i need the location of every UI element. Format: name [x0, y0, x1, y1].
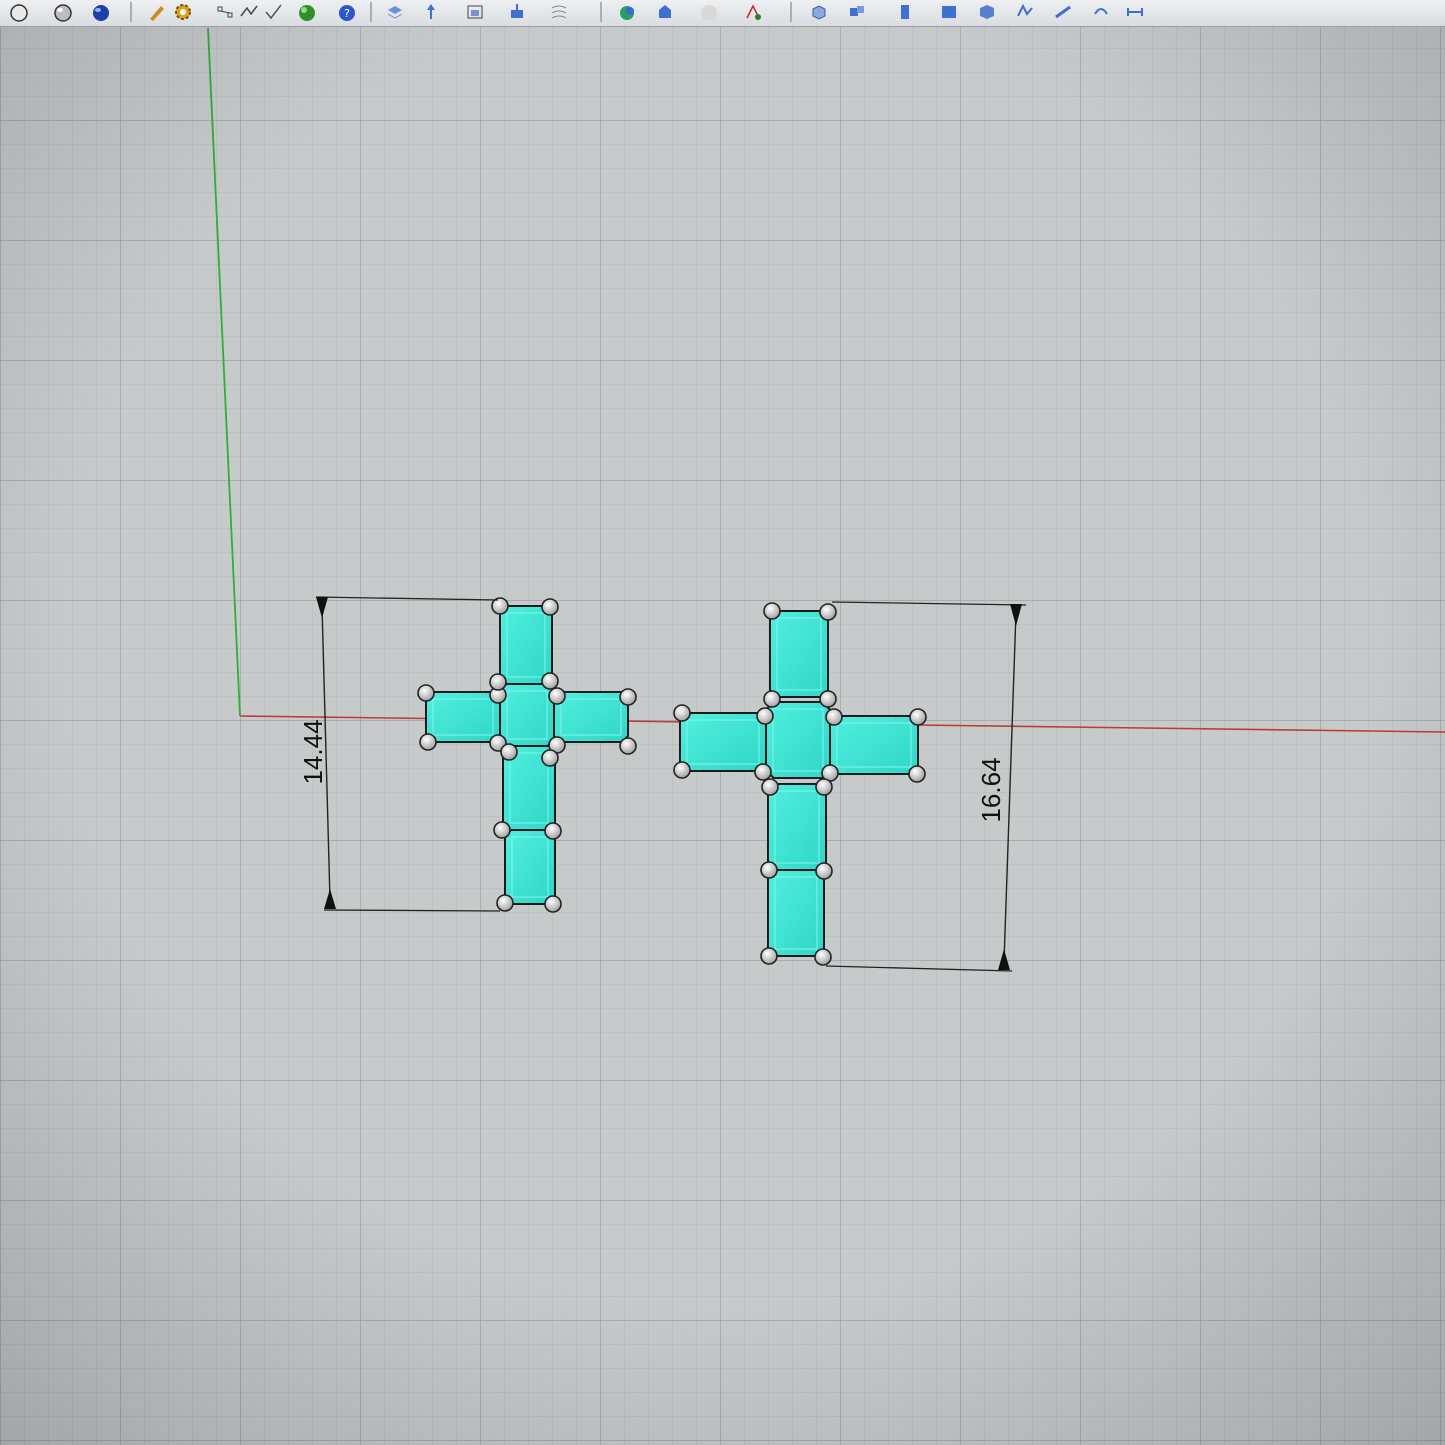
help-icon[interactable]: ? [336, 1, 358, 23]
map-icon[interactable] [548, 1, 570, 23]
emerald-cut-stone[interactable] [767, 869, 825, 957]
move-icon[interactable] [420, 1, 442, 23]
prong-bead[interactable] [760, 947, 778, 965]
emerald-cut-stone[interactable] [679, 712, 767, 772]
blue-sphere-icon[interactable] [90, 1, 112, 23]
emerald-cut-stone[interactable] [829, 715, 919, 775]
prong-bead[interactable] [489, 673, 507, 691]
dimension-icon[interactable] [1124, 1, 1146, 23]
prong-bead[interactable] [815, 778, 833, 796]
prong-bead[interactable] [496, 894, 514, 912]
dimension-value-right: 16.64 [976, 757, 1006, 822]
solid-tools-icon[interactable] [846, 1, 868, 23]
prong-bead[interactable] [619, 737, 637, 755]
polyline-icon[interactable] [238, 1, 260, 23]
prong-bead[interactable] [673, 704, 691, 722]
emerald-cut-stone[interactable] [769, 610, 829, 698]
emerald-cut-stone[interactable] [499, 683, 555, 747]
prong-bead[interactable] [544, 895, 562, 913]
prong-bead[interactable] [493, 821, 511, 839]
prong-bead[interactable] [754, 763, 772, 781]
extrude-icon[interactable] [654, 1, 676, 23]
align-icon[interactable] [464, 1, 486, 23]
svg-text:?: ? [344, 7, 350, 20]
prong-bead[interactable] [825, 708, 843, 726]
rendered-sphere-icon[interactable] [52, 1, 74, 23]
solid-box-icon[interactable] [808, 1, 830, 23]
prong-bead[interactable] [819, 690, 837, 708]
emerald-cut-stone[interactable] [767, 783, 827, 871]
prong-bead[interactable] [909, 708, 927, 726]
mesh-icon[interactable] [976, 1, 998, 23]
emerald-cut-stone[interactable] [765, 701, 831, 779]
top-viewport[interactable]: 14.44 16.64 [0, 0, 1445, 1445]
prong-bead[interactable] [544, 822, 562, 840]
prong-bead[interactable] [541, 598, 559, 616]
prong-bead[interactable] [541, 672, 559, 690]
rhino-window: ? 14.44 16.64 [0, 0, 1445, 1445]
check-curve-icon[interactable] [262, 1, 284, 23]
shaded-sphere-icon[interactable] [8, 1, 30, 23]
prong-bead[interactable] [815, 862, 833, 880]
transform-icon[interactable] [938, 1, 960, 23]
pencil-icon[interactable] [146, 1, 168, 23]
layer-icon[interactable] [384, 1, 406, 23]
prong-bead[interactable] [756, 707, 774, 725]
prong-bead[interactable] [761, 778, 779, 796]
blocks-icon[interactable] [894, 1, 916, 23]
revolve-icon[interactable] [1090, 1, 1112, 23]
prong-bead[interactable] [908, 765, 926, 783]
prong-bead[interactable] [541, 749, 559, 767]
prong-bead[interactable] [814, 948, 832, 966]
prong-bead[interactable] [417, 684, 435, 702]
dimension-value-left: 14.44 [298, 719, 328, 784]
gear-icon[interactable] [172, 1, 194, 23]
top-toolbar: ? [0, 0, 1445, 27]
prong-bead[interactable] [819, 603, 837, 621]
prong-bead[interactable] [619, 688, 637, 706]
array-icon[interactable] [506, 1, 528, 23]
emerald-cut-stone[interactable] [499, 605, 553, 685]
grey-sphere-icon[interactable] [698, 1, 720, 23]
prong-bead[interactable] [500, 743, 518, 761]
boolean-icon[interactable] [616, 1, 638, 23]
prong-bead[interactable] [763, 690, 781, 708]
analyze-icon[interactable] [742, 1, 764, 23]
prong-bead[interactable] [419, 733, 437, 751]
sweep-icon[interactable] [1014, 1, 1036, 23]
viewport-canvas[interactable]: 14.44 16.64 [0, 0, 1445, 1445]
prong-bead[interactable] [760, 861, 778, 879]
prong-bead[interactable] [548, 687, 566, 705]
prong-bead[interactable] [673, 761, 691, 779]
control-points-icon[interactable] [214, 1, 236, 23]
prong-bead[interactable] [763, 602, 781, 620]
green-globe-icon[interactable] [296, 1, 318, 23]
loft-icon[interactable] [1052, 1, 1074, 23]
